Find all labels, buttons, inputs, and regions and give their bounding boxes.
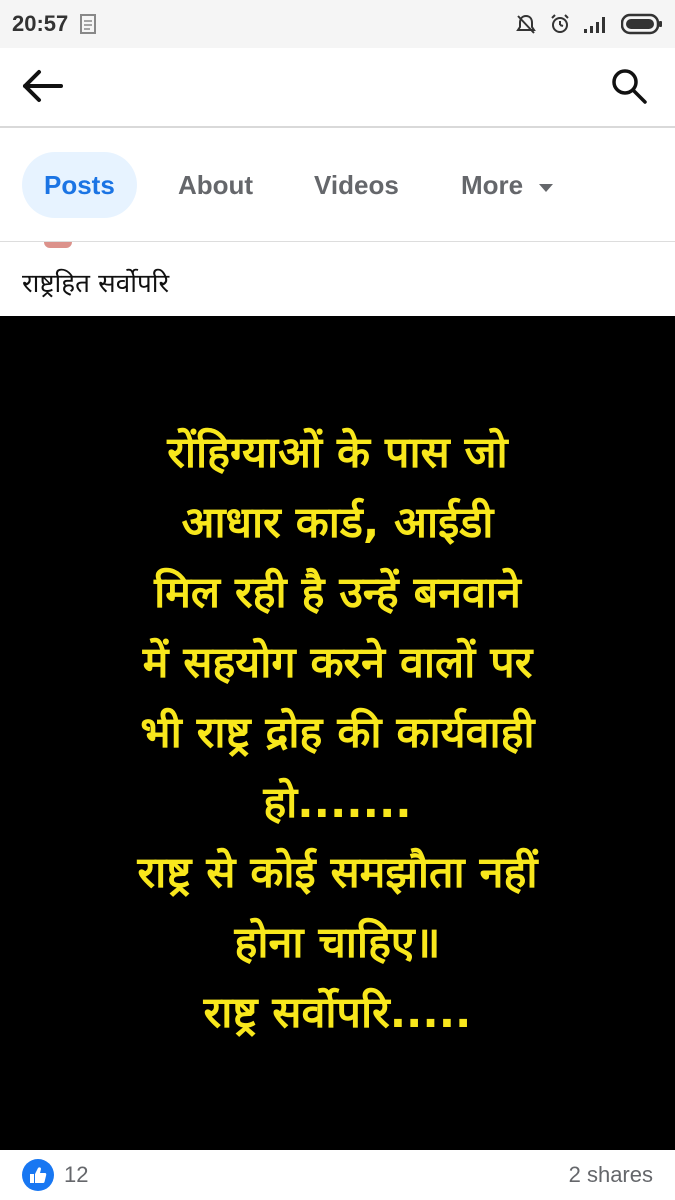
tab-label: More: [461, 169, 524, 200]
avatar[interactable]: [44, 242, 72, 248]
post-image-text-line: मिल रही है उन्हें बनवाने: [154, 568, 521, 618]
post-image[interactable]: रोंहिग्याओं के पास जो आधार कार्ड, आईडी म…: [0, 316, 675, 1150]
share-count[interactable]: 2 shares: [569, 1162, 653, 1188]
tab-posts[interactable]: Posts: [22, 152, 137, 218]
mute-icon: [515, 13, 537, 35]
post-image-text-line: होना चाहिए॥: [234, 918, 441, 968]
search-button[interactable]: [605, 64, 653, 112]
status-icons: [515, 13, 663, 35]
tab-label: Videos: [314, 169, 399, 200]
tab-videos[interactable]: Videos: [314, 152, 399, 218]
tab-label: Posts: [44, 169, 115, 200]
post-image-text-line: रोंहिग्याओं के पास जो: [167, 428, 508, 478]
arrow-left-icon: [21, 69, 63, 108]
post-image-text-line: राष्ट्र से कोई समझौता नहीं: [137, 848, 538, 898]
page-name[interactable]: राष्ट्रहित सर्वोपरि: [22, 264, 169, 300]
post-image-text-line: राष्ट्र सर्वोपरि.....: [203, 988, 472, 1038]
back-button[interactable]: [18, 64, 66, 112]
post-header: राष्ट्रहित सर्वोपरि: [0, 242, 675, 316]
tab-about[interactable]: About: [178, 152, 253, 218]
page-tabs: Posts About Videos More: [0, 130, 675, 242]
post-image-text-line: भी राष्ट्र द्रोह की कार्यवाही: [140, 708, 535, 758]
post-image-text-line: आधार कार्ड, आईडी: [181, 498, 494, 548]
post-image-text-line: हो.......: [263, 778, 412, 828]
facebook-page-screen: 20:57 Posts About Videos More राष्ट्रहित…: [0, 0, 675, 1200]
post-image-text-line: में सहयोग करने वालों पर: [142, 638, 533, 688]
reactions-bar: 12 2 shares: [0, 1150, 675, 1200]
caret-down-icon: [537, 170, 555, 201]
tab-more[interactable]: More: [461, 152, 555, 218]
notes-icon: [78, 12, 98, 36]
search-icon: [610, 67, 648, 110]
tab-label: About: [178, 169, 254, 200]
battery-icon: [621, 13, 663, 35]
signal-icon: [583, 14, 609, 34]
status-time: 20:57: [12, 11, 69, 36]
like-icon[interactable]: [22, 1159, 54, 1191]
alarm-icon: [549, 13, 571, 35]
like-count[interactable]: 12: [64, 1162, 88, 1188]
app-header: [0, 48, 675, 128]
status-bar: 20:57: [0, 0, 675, 48]
